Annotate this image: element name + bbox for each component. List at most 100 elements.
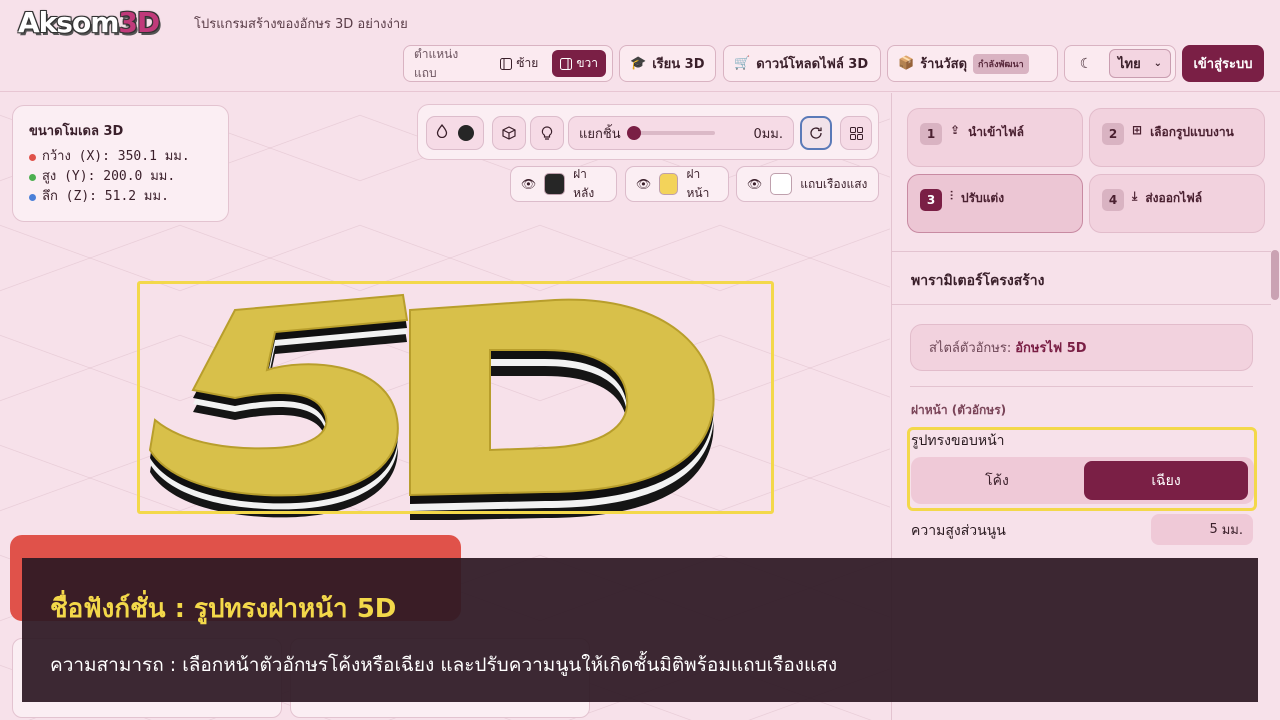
panel-title: พารามิเตอร์โครงสร้าง <box>891 251 1271 305</box>
dark-mode-toggle[interactable]: ☾ <box>1069 50 1103 78</box>
dimension-z-text: ลึก (Z): 51.2 มม. <box>42 189 169 204</box>
position-left-button[interactable]: ซ้าย <box>492 50 546 77</box>
step-number: 4 <box>1102 189 1124 211</box>
position-right-button[interactable]: ขวา <box>552 50 606 77</box>
step-import[interactable]: 1 ⇪ นำเข้าไฟล์ <box>907 108 1083 167</box>
z-axis-dot <box>29 193 36 201</box>
panel-scrollbar[interactable] <box>1271 250 1279 300</box>
step-label: เลือกรูปแบบงาน <box>1150 125 1234 139</box>
layer-label-glow: แถบเรืองแสง <box>800 176 868 191</box>
black-color-dot <box>458 125 474 141</box>
layer-chip-back[interactable]: 👁 ฝาหลัง <box>510 166 617 202</box>
moon-icon: ☾ <box>1079 55 1093 72</box>
layer-chip-front[interactable]: 👁 ฝาหน้า <box>625 166 729 202</box>
logo-3d: 3D <box>118 6 160 39</box>
selection-bounding-box <box>137 281 774 514</box>
graduation-cap-icon: 🎓 <box>630 56 647 71</box>
step-number: 2 <box>1102 123 1124 145</box>
material-shop-button[interactable]: 📦 ร้านวัสดุ กำลังพัฒนา <box>887 45 1058 82</box>
droplet-icon <box>436 123 448 142</box>
feature-caption-overlay: ชื่อฟังก์ชั่น : รูปทรงฝาหน้า 5D ความสามา… <box>22 558 1258 702</box>
panel-left-icon <box>500 57 513 70</box>
logo-text: Aksom <box>18 6 119 39</box>
dimensions-title-3d: 3D <box>103 124 124 139</box>
layer-swatch-front <box>659 173 679 195</box>
grid-view-button[interactable] <box>840 116 872 150</box>
step-label: ปรับแต่ง <box>961 191 1005 205</box>
divider <box>910 386 1253 387</box>
viewport-toolbar: แยกชิ้น 0มม. <box>417 104 879 160</box>
theme-language-group: ☾ ไทย ⌄ <box>1064 45 1176 82</box>
y-axis-dot <box>29 173 36 181</box>
eye-icon: 👁 <box>636 177 652 191</box>
relief-height-label: ความสูงส่วนนูน <box>911 523 1006 539</box>
layer-swatch-glow <box>770 173 793 195</box>
front-face-section-heading: ฝาหน้า (ตัวอักษร) <box>911 403 1007 417</box>
sliders-icon: ⫶ <box>950 189 954 203</box>
relief-height-input[interactable]: 5 มม. <box>1151 514 1253 545</box>
separate-parts-value: 0มม. <box>753 126 783 142</box>
app-tagline: โปรแกรมสร้างของอักษร 3D อย่างง่าย <box>194 17 408 32</box>
separate-parts-control: แยกชิ้น 0มม. <box>568 116 794 150</box>
sidebar-position-label: ตำแหน่งแถบ <box>414 46 459 80</box>
dimension-y-text: สูง (Y): 200.0 มม. <box>42 169 176 184</box>
app-header: Aksom3D โปรแกรมสร้างของอักษร 3D อย่างง่า… <box>0 0 1280 92</box>
language-value: ไทย <box>1118 57 1141 72</box>
step-label: ส่งออกไฟล์ <box>1145 191 1203 205</box>
position-left-label: ซ้าย <box>516 56 539 70</box>
language-select[interactable]: ไทย ⌄ <box>1109 49 1171 78</box>
separate-parts-slider[interactable] <box>626 126 715 140</box>
layer-swatch-back <box>544 173 566 195</box>
login-button[interactable]: เข้าสู่ระบบ <box>1182 45 1264 82</box>
chevron-down-icon: ⌄ <box>1153 58 1162 69</box>
font-style-value: อักษรไฟ 5D <box>1015 341 1087 356</box>
step-export[interactable]: 4 ⤓ ส่งออกไฟล์ <box>1089 174 1265 233</box>
layout-icon: ⊞ <box>1132 123 1143 137</box>
step-customize[interactable]: 3 ⫶ ปรับแต่ง <box>907 174 1083 233</box>
caption-title: ชื่อฟังก์ชั่น : รูปทรงฝาหน้า 5D <box>50 594 397 624</box>
learn-3d-button[interactable]: 🎓 เรียน 3D <box>619 45 716 82</box>
relief-height-value: 5 <box>1209 522 1218 537</box>
dimension-x-row: กว้าง (X): 350.1 มม. <box>29 147 212 167</box>
dimensions-title: ขนาดโมเดล 3D <box>29 120 212 141</box>
model-dimensions-panel: ขนาดโมเดล 3D กว้าง (X): 350.1 มม. สูง (Y… <box>12 105 229 222</box>
eye-icon: 👁 <box>747 177 763 191</box>
grid-icon <box>849 126 863 140</box>
font-style-select[interactable]: สไตล์ตัวอักษร: อักษรไฟ 5D <box>910 324 1253 371</box>
cube-icon <box>502 126 516 140</box>
upload-icon: ⇪ <box>950 123 961 137</box>
material-color-button[interactable] <box>426 116 484 150</box>
step-number: 1 <box>920 123 942 145</box>
step-choose-format[interactable]: 2 ⊞ เลือกรูปแบบงาน <box>1089 108 1265 167</box>
download-icon: ⤓ <box>1132 189 1138 203</box>
dimension-x-text: กว้าง (X): 350.1 มม. <box>42 149 190 164</box>
cube-view-button[interactable] <box>492 116 526 150</box>
light-toggle-button[interactable] <box>530 116 564 150</box>
dimensions-title-text: ขนาดโมเดล <box>29 124 99 139</box>
slider-knob[interactable] <box>626 126 641 140</box>
layer-label-back: ฝาหลัง <box>573 167 595 200</box>
in-development-badge: กำลังพัฒนา <box>973 53 1029 74</box>
cart-icon: 🛒 <box>734 56 751 71</box>
eye-icon: 👁 <box>521 177 537 191</box>
panel-right-icon <box>560 57 573 70</box>
layer-chip-glow[interactable]: 👁 แถบเรืองแสง <box>736 166 879 202</box>
font-style-label: สไตล์ตัวอักษร: <box>929 341 1012 356</box>
shape-beveled-option[interactable]: เฉียง <box>1084 461 1248 500</box>
edge-shape-label: รูปทรงขอบหน้า <box>911 433 1005 449</box>
reset-view-button[interactable] <box>800 116 832 150</box>
app-logo[interactable]: Aksom3D <box>18 6 160 39</box>
step-number: 3 <box>920 189 942 211</box>
refresh-icon <box>810 127 822 139</box>
edge-shape-toggle: โค้ง เฉียง <box>911 457 1254 504</box>
learn-3d-label: เรียน 3D <box>652 57 705 72</box>
box-icon: 📦 <box>898 56 915 71</box>
layer-label-front: ฝาหน้า <box>686 167 710 200</box>
download-3d-button[interactable]: 🛒 ดาวน์โหลดไฟล์ 3D <box>723 45 881 82</box>
separate-parts-label: แยกชิ้น <box>579 126 621 142</box>
shape-curved-option[interactable]: โค้ง <box>915 461 1079 500</box>
step-label: นำเข้าไฟล์ <box>968 125 1024 139</box>
download-3d-label: ดาวน์โหลดไฟล์ 3D <box>756 57 869 72</box>
caption-description: ความสามารถ : เลือกหน้าตัวอักษรโค้งหรือเฉ… <box>50 654 838 676</box>
lightbulb-icon <box>541 125 553 140</box>
